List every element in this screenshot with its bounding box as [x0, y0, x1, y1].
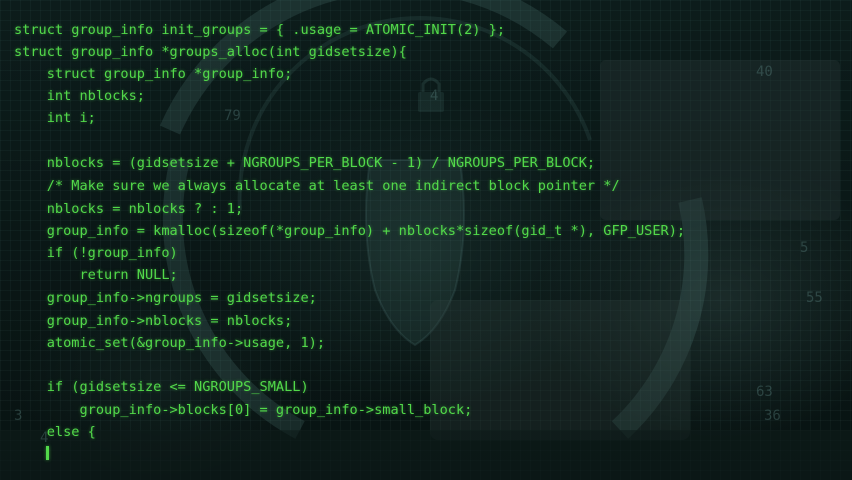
code-line: return NULL;: [14, 267, 178, 283]
code-comment: /* Make sure we always allocate at least…: [14, 178, 620, 194]
code-line: struct group_info *group_info;: [14, 66, 293, 82]
code-line: group_info->nblocks = nblocks;: [14, 313, 293, 329]
code-line: group_info = kmalloc(sizeof(*group_info)…: [14, 223, 686, 239]
code-line: struct group_info *groups_alloc(int gids…: [14, 44, 407, 60]
code-line: if (!group_info): [14, 245, 178, 261]
code-line: if (gidsetsize <= NGROUPS_SMALL): [14, 379, 309, 395]
code-block: struct group_info init_groups = { .usage…: [0, 0, 852, 480]
text-cursor: [46, 446, 49, 460]
code-line: int nblocks;: [14, 88, 145, 104]
code-line: else {: [14, 424, 96, 440]
code-line: group_info->ngroups = gidsetsize;: [14, 290, 317, 306]
code-line: nblocks = (gidsetsize + NGROUPS_PER_BLOC…: [14, 155, 596, 171]
code-line: int i;: [14, 110, 96, 126]
code-line: nblocks = nblocks ? : 1;: [14, 201, 244, 217]
code-line: group_info->blocks[0] = group_info->smal…: [14, 402, 473, 418]
code-line: atomic_set(&group_info->usage, 1);: [14, 335, 325, 351]
code-screen: 40 4 79 5 55 63 36 3 4 struct group_info…: [0, 0, 852, 480]
code-line: struct group_info init_groups = { .usage…: [14, 22, 506, 38]
